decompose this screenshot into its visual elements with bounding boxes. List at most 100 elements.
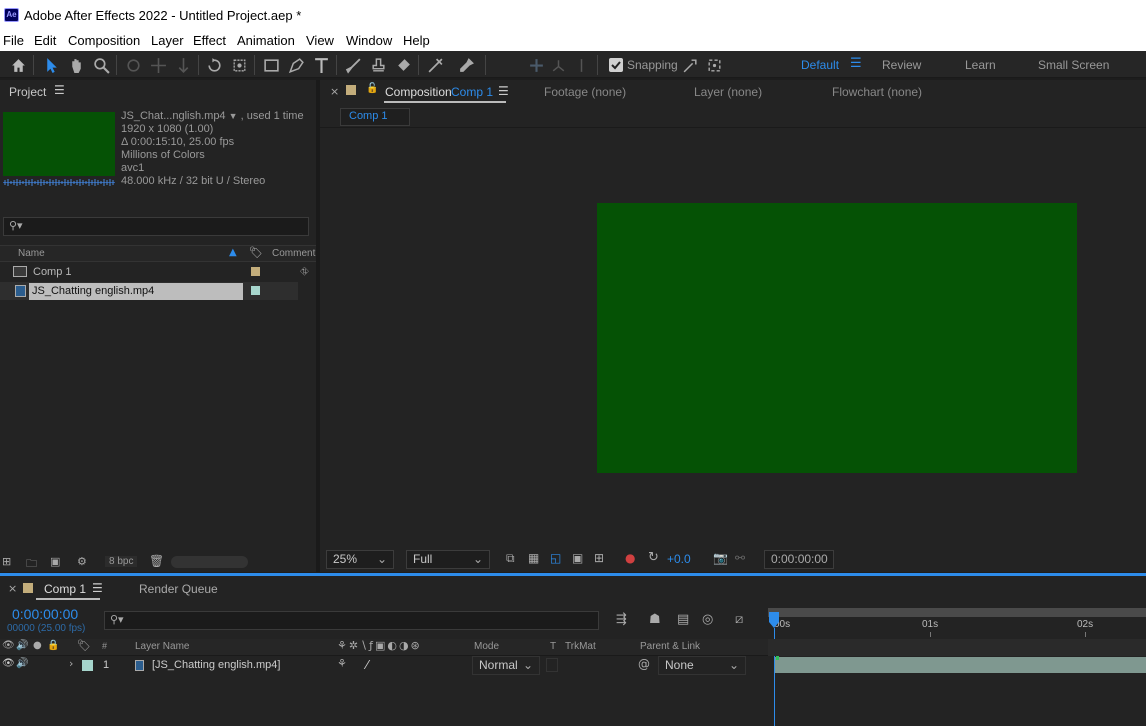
timeline-layer-row[interactable]: 👁 🔊 › 1 [JS_Chatting english.mp4] ⚘ ⁄ No… (0, 656, 768, 675)
pick-whip-icon[interactable]: @ (638, 657, 650, 671)
timeline-tab[interactable]: Comp 1 (44, 582, 86, 596)
grid-guides-icon[interactable]: ⊞ (594, 551, 604, 565)
panel-menu-icon[interactable]: ☰ (92, 581, 103, 595)
render-queue-tab[interactable]: Render Queue (139, 582, 218, 596)
close-tab-icon[interactable]: × (8, 582, 17, 595)
item-dropdown-icon[interactable]: ▼ (229, 111, 238, 121)
column-parent-link[interactable]: Parent & Link (640, 641, 700, 652)
menu-help[interactable]: Help (403, 33, 430, 48)
label-color-swatch[interactable] (251, 286, 260, 295)
column-track-matte[interactable]: TrkMat (565, 641, 596, 652)
project-item-row[interactable]: Comp 1 ⛗ (0, 263, 316, 281)
snap-edges-icon[interactable] (679, 54, 701, 76)
new-composition-icon[interactable]: ▣ (50, 555, 60, 568)
pan-behind-tool-icon[interactable] (228, 54, 250, 76)
flowchart-icon[interactable]: ⛗ (300, 265, 309, 279)
lock-icon[interactable]: 🔓 (366, 83, 378, 94)
layer-name[interactable]: [JS_Chatting english.mp4] (152, 659, 280, 671)
frame-blending-icon[interactable]: ▤ (677, 612, 689, 627)
puppet-pin-tool-icon[interactable] (455, 54, 477, 76)
project-search-input[interactable]: ⚲▾ (3, 217, 309, 236)
project-panel-menu-icon[interactable]: ☰ (54, 83, 65, 97)
project-settings-icon[interactable]: ⚙ (77, 555, 87, 568)
parent-link-dropdown[interactable]: None ⌄ (658, 656, 746, 675)
preserve-transparency-checkbox[interactable] (546, 658, 558, 672)
tab-flowchart[interactable]: Flowchart (none) (832, 85, 922, 99)
close-tab-icon[interactable]: × (330, 85, 339, 98)
reset-exposure-icon[interactable]: ↻ (648, 550, 659, 565)
quality-switch-icon[interactable]: ⁄ (366, 658, 368, 672)
composition-tab-prefix[interactable]: Composition (385, 85, 452, 99)
column-comment[interactable]: Comment (272, 248, 315, 259)
mask-visibility-icon[interactable]: ◱ (550, 551, 561, 565)
snap-features-icon[interactable] (703, 54, 725, 76)
label-color-swatch[interactable] (251, 267, 260, 276)
layer-duration-bar[interactable] (775, 657, 1146, 673)
transparency-grid-icon[interactable]: ▦ (528, 551, 539, 565)
project-tab[interactable]: Project (9, 85, 46, 99)
column-mode[interactable]: Mode (474, 641, 499, 652)
composition-flowchart-icon[interactable]: ⇶ (616, 612, 627, 627)
workspace-learn[interactable]: Learn (965, 58, 996, 72)
project-item-row-selected[interactable]: JS_Chatting english.mp4 (0, 282, 298, 300)
menu-view[interactable]: View (306, 33, 334, 48)
expand-chevron-icon[interactable]: › (69, 657, 73, 670)
panel-menu-icon[interactable]: ☰ (498, 84, 509, 98)
menu-effect[interactable]: Effect (193, 33, 226, 48)
fast-previews-icon[interactable]: ⧉ (506, 551, 515, 566)
work-area-bar[interactable] (768, 608, 1146, 617)
type-tool-icon[interactable] (310, 54, 332, 76)
channel-rgb-icon[interactable]: ● (625, 551, 635, 565)
roto-brush-tool-icon[interactable] (424, 54, 446, 76)
menu-file[interactable]: File (3, 33, 24, 48)
composition-canvas[interactable] (597, 203, 1077, 473)
selection-tool-icon[interactable] (40, 54, 62, 76)
interpret-footage-icon[interactable]: ⊞ (2, 555, 11, 568)
motion-blur-icon[interactable]: ◎ (702, 612, 713, 627)
trash-icon[interactable]: 🗑 (149, 554, 164, 568)
tab-layer[interactable]: Layer (none) (694, 85, 762, 99)
audio-toggle-icon[interactable]: 🔊 (16, 658, 28, 669)
label-tag-icon[interactable]: 🏷 (249, 246, 263, 259)
workspace-default[interactable]: Default (801, 58, 839, 72)
menu-window[interactable]: Window (346, 33, 392, 48)
comp-breadcrumb[interactable]: Comp 1 (349, 110, 388, 122)
menu-composition[interactable]: Composition (68, 33, 140, 48)
magnification-dropdown[interactable]: 25% ⌄ (326, 550, 394, 569)
tab-footage[interactable]: Footage (none) (544, 85, 626, 99)
shy-switch-icon[interactable]: ⚘ (337, 657, 347, 670)
resolution-dropdown[interactable]: Full ⌄ (406, 550, 490, 569)
new-folder-icon[interactable]: 🗀 (26, 555, 37, 574)
video-visibility-toggle-icon[interactable]: 👁 (2, 658, 15, 669)
zoom-tool-icon[interactable] (90, 54, 112, 76)
eraser-tool-icon[interactable] (392, 54, 414, 76)
rectangle-tool-icon[interactable] (260, 54, 282, 76)
current-time-display[interactable]: 0:00:00:00 (12, 606, 78, 622)
shy-layers-icon[interactable]: ☗ (649, 612, 661, 627)
column-name[interactable]: Name (18, 248, 45, 259)
graph-editor-icon[interactable]: ⧄ (735, 612, 743, 627)
snapshot-camera-icon[interactable]: 📷 (713, 551, 728, 565)
show-snapshot-icon[interactable]: ⚯ (735, 551, 745, 565)
menu-edit[interactable]: Edit (34, 33, 56, 48)
hand-tool-icon[interactable] (65, 54, 87, 76)
home-icon[interactable] (7, 54, 29, 76)
thumbnail-size-slider[interactable] (171, 556, 248, 568)
composition-tab-name[interactable]: Comp 1 (451, 85, 493, 99)
time-ruler[interactable]: 00s 01s 02s (768, 617, 1146, 637)
region-of-interest-icon[interactable]: ▣ (572, 551, 583, 565)
snapping-checkbox[interactable] (609, 58, 623, 72)
workspace-menu-icon[interactable]: ☰ (850, 56, 862, 71)
workspace-small-screen[interactable]: Small Screen (1038, 58, 1109, 72)
bit-depth-button[interactable]: 8 bpc (105, 556, 138, 567)
timeline-search-input[interactable]: ⚲▾ (104, 611, 599, 630)
blend-mode-dropdown[interactable]: Normal ⌄ (472, 656, 540, 675)
viewer-timecode[interactable]: 0:00:00:00 (764, 550, 834, 569)
menu-layer[interactable]: Layer (151, 33, 184, 48)
brush-tool-icon[interactable] (342, 54, 364, 76)
rotation-tool-icon[interactable] (203, 54, 225, 76)
menu-animation[interactable]: Animation (237, 33, 295, 48)
exposure-value[interactable]: +0.0 (667, 552, 691, 566)
layer-label-color[interactable] (82, 660, 93, 671)
pen-tool-icon[interactable] (285, 54, 307, 76)
